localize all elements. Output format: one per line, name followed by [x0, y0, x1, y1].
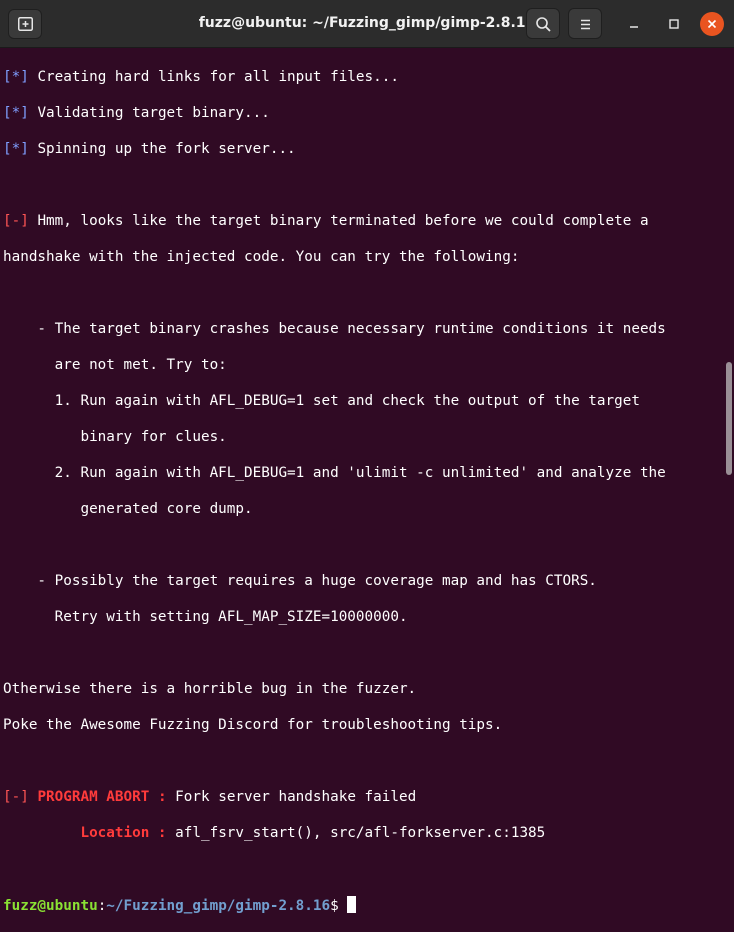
- info-marker: [*]: [3, 105, 29, 121]
- terminal-line: - Possibly the target requires a huge co…: [3, 573, 597, 589]
- terminal-line: Poke the Awesome Fuzzing Discord for tro…: [3, 717, 503, 733]
- prompt-separator: :: [97, 898, 107, 914]
- error-marker: [-]: [3, 213, 29, 229]
- minimize-icon: [630, 26, 638, 28]
- terminal-line: binary for clues.: [3, 429, 227, 445]
- search-icon: [536, 17, 551, 32]
- line-text: Spinning up the fork server...: [37, 141, 296, 157]
- location-label: Location :: [80, 825, 167, 841]
- terminal-line: [-] Hmm, looks like the target binary te…: [3, 212, 723, 230]
- terminal-line: handshake with the injected code. You ca…: [3, 249, 520, 265]
- new-tab-button[interactable]: [8, 9, 42, 39]
- shell-prompt: fuzz@ubuntu:~/Fuzzing_gimp/gimp-2.8.16$: [3, 896, 723, 914]
- terminal-line: - The target binary crashes because nece…: [3, 321, 666, 337]
- title-bar: fuzz@ubuntu: ~/Fuzzing_gimp/gimp-2.8.16: [0, 0, 734, 48]
- terminal-output[interactable]: [*] Creating hard links for all input fi…: [3, 50, 723, 914]
- close-icon: [707, 19, 717, 29]
- scrollbar-thumb[interactable]: [726, 362, 732, 475]
- prompt-path: ~/Fuzzing_gimp/gimp-2.8.16: [106, 898, 331, 914]
- terminal-line: Retry with setting AFL_MAP_SIZE=10000000…: [3, 609, 408, 625]
- terminal-line: generated core dump.: [3, 501, 253, 517]
- close-button[interactable]: [700, 12, 724, 36]
- terminal-line: Otherwise there is a horrible bug in the…: [3, 681, 417, 697]
- location-value: afl_fsrv_start(), src/afl-forkserver.c:1…: [175, 825, 546, 841]
- info-marker: [*]: [3, 141, 29, 157]
- maximize-icon: [669, 19, 679, 29]
- prompt-user: fuzz@ubuntu: [3, 898, 98, 914]
- abort-message: Fork server handshake failed: [175, 789, 417, 805]
- prompt-symbol: $: [330, 898, 339, 914]
- search-button[interactable]: [526, 8, 560, 39]
- abort-line: [-] PROGRAM ABORT : Fork server handshak…: [3, 788, 723, 806]
- line-text: Hmm, looks like the target binary termin…: [37, 213, 649, 229]
- minimize-button[interactable]: [622, 12, 646, 36]
- hamburger-menu-icon: [581, 19, 590, 30]
- terminal-line: [*] Validating target binary...: [3, 104, 723, 122]
- terminal-line: 1. Run again with AFL_DEBUG=1 set and ch…: [3, 393, 640, 409]
- menu-button[interactable]: [568, 8, 602, 39]
- terminal-line: [*] Creating hard links for all input fi…: [3, 68, 723, 86]
- terminal-line: [*] Spinning up the fork server...: [3, 140, 723, 158]
- new-tab-icon: [18, 17, 33, 31]
- line-text: Validating target binary...: [37, 105, 270, 121]
- terminal-line: 2. Run again with AFL_DEBUG=1 and 'ulimi…: [3, 465, 666, 481]
- info-marker: [*]: [3, 69, 29, 85]
- maximize-button[interactable]: [662, 12, 686, 36]
- error-marker: [-]: [3, 789, 29, 805]
- location-line: Location : afl_fsrv_start(), src/afl-for…: [3, 824, 723, 842]
- terminal-line: are not met. Try to:: [3, 357, 227, 373]
- abort-label: PROGRAM ABORT :: [37, 789, 167, 805]
- line-text: Creating hard links for all input files.…: [37, 69, 399, 85]
- text-cursor: [347, 896, 357, 913]
